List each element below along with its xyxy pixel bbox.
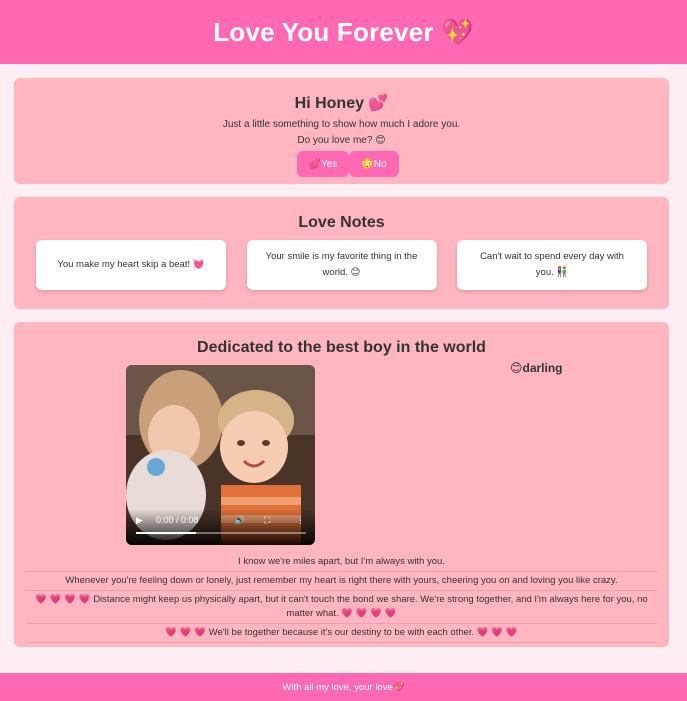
- answer-buttons: 💕Yes 😳No: [14, 151, 669, 177]
- darling-label: 😊darling: [510, 361, 563, 375]
- no-button[interactable]: 😳No: [349, 151, 399, 177]
- dedication-message: I know we're miles apart, but I'm always…: [26, 553, 657, 643]
- page-title: Love You Forever 💖: [213, 16, 474, 47]
- video-controls: ▶ 0:00 / 0:08 🔊 ⛶ ⋮: [126, 509, 315, 545]
- dedication-card: Dedicated to the best boy in the world 😊…: [14, 322, 669, 647]
- fullscreen-icon[interactable]: ⛶: [264, 515, 270, 526]
- volume-icon[interactable]: 🔊: [234, 515, 245, 526]
- love-notes-list: You make my heart skip a beat! 💓 Your sm…: [36, 240, 647, 290]
- footer-text: With all my love, your love💖: [282, 681, 405, 693]
- love-note: Can't wait to spend every day with you. …: [457, 240, 647, 290]
- love-note: Your smile is my favorite thing in the w…: [246, 240, 437, 290]
- greeting-card: Hi Honey 💕 Just a little something to sh…: [14, 78, 669, 184]
- greeting-title: Hi Honey 💕: [294, 95, 389, 112]
- message-line: 💗 💗 💗 We'll be together because it's our…: [26, 624, 657, 643]
- more-options-icon[interactable]: ⋮: [296, 515, 305, 526]
- love-question: Do you love me? 😊: [297, 135, 386, 146]
- video-progress-bar[interactable]: [136, 532, 306, 534]
- greeting-subtitle: Just a little something to show how much…: [222, 119, 461, 130]
- video-player[interactable]: ▶ 0:00 / 0:08 🔊 ⛶ ⋮: [126, 365, 315, 545]
- video-time: 0:00 / 0:08: [156, 515, 199, 525]
- dedication-title: Dedicated to the best boy in the world: [197, 339, 486, 356]
- page-header: Love You Forever 💖: [0, 0, 687, 64]
- page-footer: With all my love, your love💖: [0, 673, 687, 701]
- yes-button[interactable]: 💕Yes: [296, 151, 350, 177]
- message-line: 💗 💗 💗 💗 Distance might keep us physicall…: [26, 591, 657, 624]
- video-progress-fill: [136, 532, 196, 534]
- play-icon[interactable]: ▶: [136, 515, 143, 526]
- love-notes-card: Love Notes You make my heart skip a beat…: [14, 197, 669, 309]
- message-line: Whenever you're feeling down or lonely, …: [26, 572, 657, 591]
- love-notes-title: Love Notes: [298, 214, 385, 231]
- message-line: I know we're miles apart, but I'm always…: [26, 553, 657, 572]
- love-note: You make my heart skip a beat! 💓: [36, 240, 226, 290]
